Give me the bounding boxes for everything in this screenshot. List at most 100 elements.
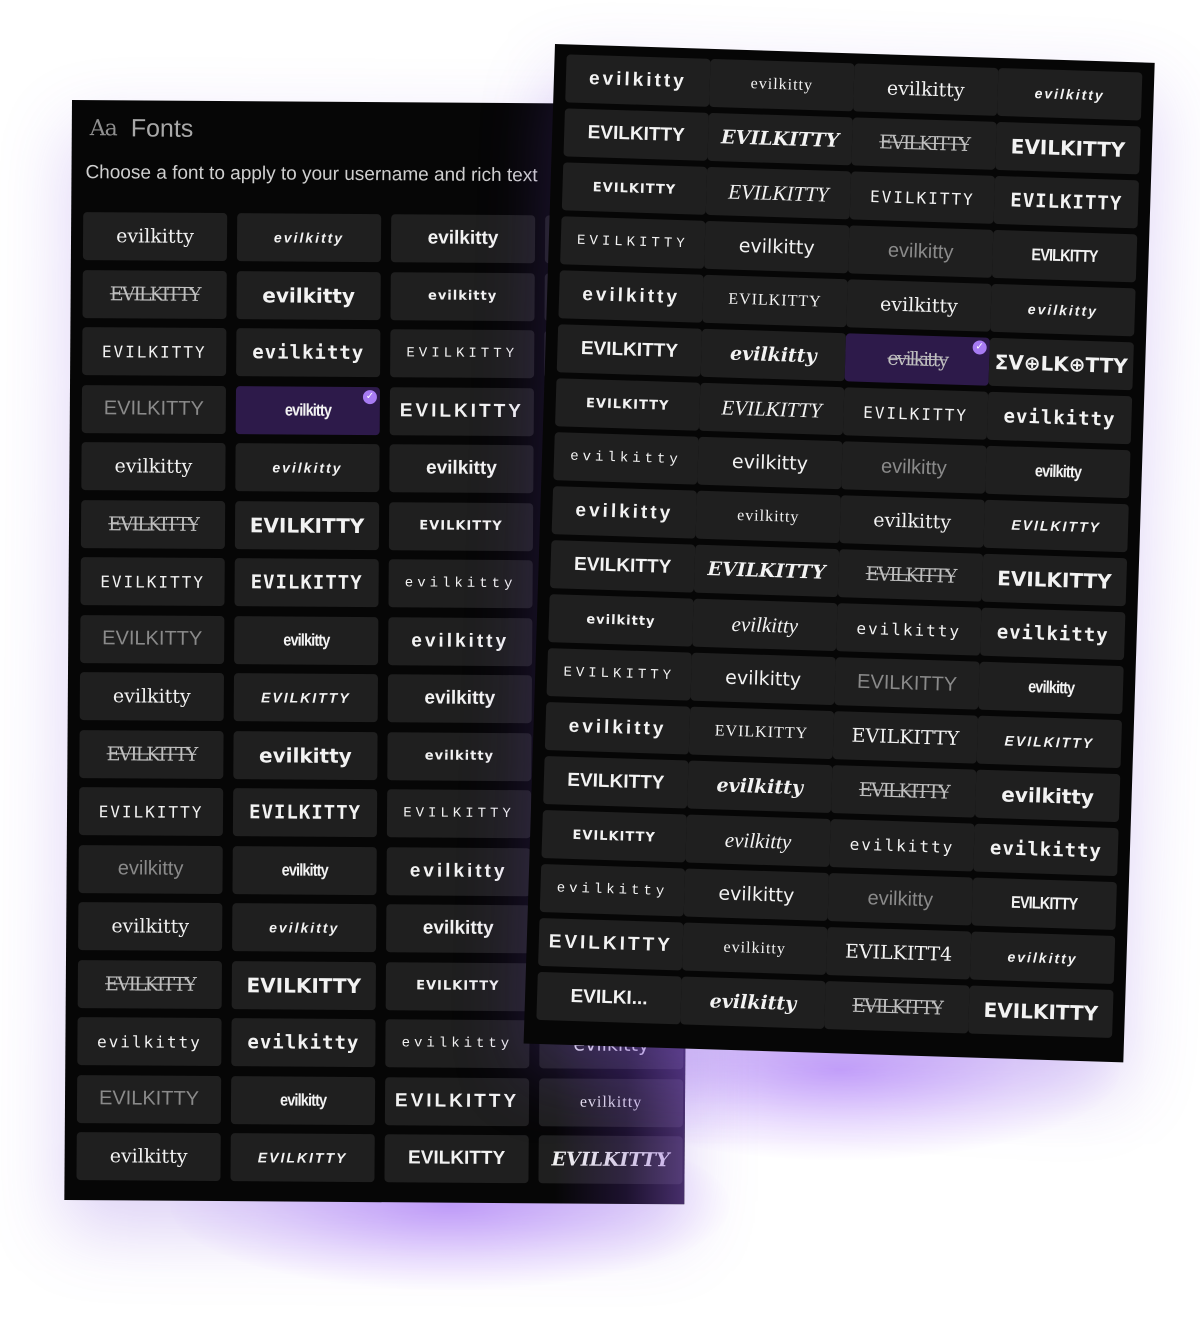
font-option[interactable]: EVILKITTY [76, 1074, 222, 1124]
font-option[interactable]: evilkitty [390, 271, 535, 321]
font-option[interactable]: evilkitty [827, 873, 974, 926]
font-option[interactable]: EVILKITTY [384, 1134, 529, 1184]
font-option[interactable]: evilkitty [76, 1132, 221, 1182]
font-option[interactable]: evilkitty [388, 616, 533, 666]
font-option[interactable]: evilkitty [388, 559, 533, 609]
font-option[interactable]: evilkitty [558, 270, 704, 323]
font-option[interactable]: evilkitty [565, 54, 711, 107]
font-option[interactable]: evilkitty [387, 674, 532, 724]
font-option[interactable]: evilkitty [81, 442, 226, 492]
font-option[interactable]: EVILKITTY [698, 382, 845, 436]
font-option[interactable]: evilkitty [386, 904, 531, 954]
font-option[interactable]: evilkitty [996, 67, 1143, 121]
font-option[interactable]: evilkitty [78, 902, 223, 952]
font-option[interactable]: evilkitty [985, 445, 1131, 499]
font-option[interactable]: evilkitty [680, 976, 826, 1029]
font-option[interactable]: EVILKITTY [79, 729, 224, 779]
font-option[interactable]: evilkitty [77, 1017, 222, 1067]
font-option[interactable]: EVILKITTY [80, 614, 225, 664]
font-option[interactable]: evilkitty [231, 1018, 376, 1068]
font-option[interactable]: EVILKITTY [538, 1135, 683, 1185]
font-option[interactable]: evilkitty [692, 598, 838, 652]
font-option[interactable]: evilkitty [979, 607, 1126, 661]
font-option[interactable]: evilkitty [539, 863, 686, 917]
font-option[interactable]: evilkitty [236, 213, 382, 263]
font-option[interactable]: EVILKITTY [702, 274, 848, 328]
font-option[interactable]: EVILKITTY [541, 809, 687, 863]
font-option[interactable]: EVILKITTY [688, 706, 835, 760]
font-option[interactable]: evilkitty [973, 823, 1119, 877]
font-option[interactable]: EVILKITTY [976, 715, 1123, 769]
font-option[interactable]: EVILKITTY [995, 121, 1141, 175]
font-option[interactable]: evilkitty [78, 844, 223, 894]
font-option[interactable]: evilkitty [695, 490, 841, 544]
font-option[interactable]: evilkitty [82, 212, 228, 262]
font-option[interactable]: EVILKITTY [234, 500, 380, 550]
font-option[interactable]: EVILKITTY [549, 540, 696, 593]
font-option[interactable]: evilkitty [230, 1075, 376, 1125]
font-option[interactable]: EVILKITTY [543, 756, 689, 809]
font-option[interactable]: evilkitty [236, 270, 381, 320]
font-option[interactable]: EVILKITTY [231, 960, 376, 1010]
font-option[interactable]: EVILKITTY [705, 166, 852, 220]
font-option[interactable]: evilkitty [236, 328, 381, 378]
font-option[interactable]: evilkitty [386, 846, 531, 896]
font-option[interactable]: evilkitty [697, 436, 843, 490]
font-option[interactable]: evilkitty [841, 441, 987, 494]
font-option[interactable]: evilkitty [700, 328, 847, 382]
font-option-selected[interactable]: evilkitty ✓ [844, 333, 990, 386]
font-option[interactable]: evilkitty [387, 731, 532, 781]
font-option[interactable]: EVILKITTY [388, 501, 534, 551]
font-option[interactable]: EVILKITTY [385, 961, 530, 1011]
font-option[interactable]: EVILKITTY [232, 788, 378, 838]
font-option[interactable]: EVILKITTY [834, 657, 980, 710]
font-option[interactable]: EVILKITTY [546, 648, 692, 701]
font-option[interactable]: evilkitty [233, 730, 378, 780]
font-option[interactable]: EVILKITTY [837, 549, 984, 602]
font-option[interactable]: EVILKITTY [81, 384, 227, 434]
font-option[interactable]: EVILKITTY [832, 711, 979, 764]
font-option[interactable]: EVILKI... [536, 971, 682, 1025]
font-option[interactable]: EVILKITTY [560, 216, 706, 269]
font-option[interactable]: evilkitty [390, 214, 536, 264]
font-option[interactable]: EVILKITT4 [825, 926, 972, 980]
font-option[interactable]: evilkitty [704, 220, 850, 274]
font-option[interactable]: EVILKITTY [851, 117, 997, 170]
font-option[interactable]: EVILKITTY [82, 269, 227, 319]
font-option[interactable]: EVILKITTY [389, 386, 535, 436]
font-option[interactable]: evilkitty [232, 845, 377, 895]
font-option[interactable]: EVILKITTY [80, 499, 226, 549]
font-option[interactable]: EVILKITTY [830, 765, 977, 818]
font-option[interactable]: EVILKITTY [77, 959, 222, 1009]
font-option-selected[interactable]: evilkitty ✓ [235, 385, 381, 435]
font-option[interactable]: evilkitty [839, 495, 985, 548]
font-option[interactable]: EVILKITTY [554, 378, 701, 431]
font-option[interactable]: EVILKITTY [971, 877, 1117, 931]
font-option[interactable]: evilkitty [551, 486, 698, 539]
font-option[interactable]: evilkitty [389, 444, 534, 494]
font-option[interactable]: EVILKITTY [842, 387, 989, 440]
font-option[interactable]: evilkitty [853, 63, 999, 116]
font-option[interactable]: EVILKITTY [561, 162, 708, 215]
font-option[interactable]: evilkitty [234, 615, 379, 665]
font-option[interactable]: EVILKITTY [849, 171, 996, 224]
font-option[interactable]: evilkitty [836, 603, 982, 656]
font-option[interactable]: evilkitty [79, 672, 225, 722]
font-option[interactable]: evilkitty [548, 594, 694, 647]
font-option[interactable]: evilkitty [978, 661, 1124, 715]
font-option[interactable]: EVILKITTY [538, 917, 684, 971]
font-option[interactable]: ΣV⊕LK⊕TTY [988, 337, 1134, 391]
font-option[interactable]: evilkitty [544, 702, 691, 755]
font-option[interactable]: EVILKITTY [82, 327, 227, 377]
font-option[interactable]: EVILKITTY [80, 557, 225, 607]
font-option[interactable]: EVILKITTY [981, 553, 1128, 607]
font-option[interactable]: evilkitty [681, 922, 828, 975]
font-option[interactable]: EVILKITTY [384, 1076, 530, 1126]
font-option[interactable]: evilkitty [986, 391, 1133, 445]
font-option[interactable]: evilkitty [385, 1019, 530, 1069]
font-option[interactable]: evilkitty [687, 760, 833, 814]
font-option[interactable]: EVILKITTY [991, 229, 1138, 283]
font-option[interactable]: evilkitty [974, 769, 1121, 823]
font-option[interactable]: EVILKITTY [563, 108, 709, 161]
font-option[interactable]: evilkitty [690, 652, 836, 706]
